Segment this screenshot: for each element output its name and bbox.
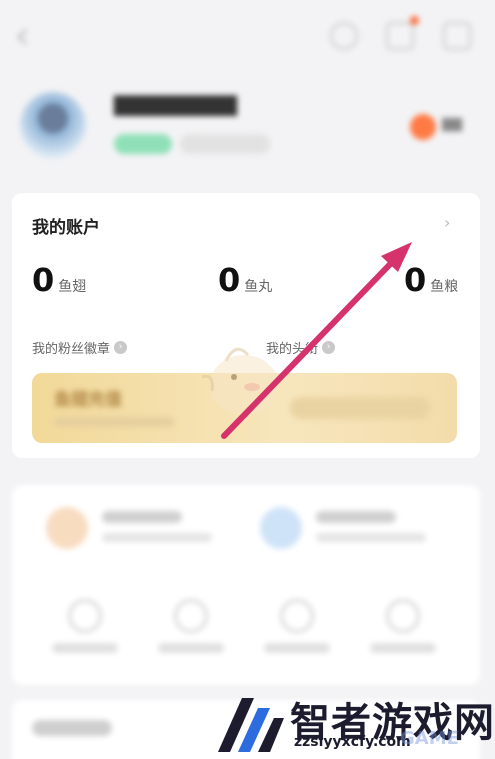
sign-in-label[interactable]: ▇▇ — [442, 117, 462, 132]
grid-item-icon[interactable] — [386, 599, 420, 633]
grid-item-icon[interactable] — [280, 599, 314, 633]
profile-header[interactable]: ▇▇▇▇▇▇▇▇ ▇▇ — [0, 84, 495, 184]
stat-value: 0 — [32, 261, 55, 299]
stat-unit: 鱼翅 — [58, 279, 87, 295]
top-bar — [0, 0, 495, 80]
sign-in-icon[interactable] — [410, 114, 436, 140]
stat-yuchi[interactable]: 0 鱼翅 — [32, 261, 86, 299]
stat-yuwan[interactable]: 0 鱼丸 — [218, 261, 272, 299]
grid-item-label — [370, 643, 436, 653]
stat-unit: 鱼粮 — [430, 279, 459, 295]
grid-item-label — [52, 643, 118, 653]
notification-icon[interactable] — [386, 22, 414, 50]
service-title — [102, 511, 182, 523]
circle-arrow-icon: › — [322, 341, 336, 354]
stat-yuliang[interactable]: 0 鱼粮 — [404, 261, 458, 299]
level-badge — [114, 134, 172, 154]
stat-unit: 鱼丸 — [244, 279, 273, 295]
recharge-subtitle — [54, 417, 174, 427]
service-subtitle — [316, 533, 426, 542]
service-icon[interactable] — [260, 507, 302, 549]
notification-badge — [410, 16, 419, 25]
recharge-button[interactable] — [290, 397, 430, 419]
username-placeholder: ▇▇▇▇▇▇▇▇ — [114, 92, 238, 116]
back-icon[interactable] — [14, 28, 32, 46]
stat-value: 0 — [404, 261, 427, 299]
mascot-fish-icon — [201, 347, 278, 415]
watermark-url: zzslyyxcfy.com — [294, 734, 411, 750]
service-title — [316, 511, 396, 523]
stat-value: 0 — [218, 261, 241, 299]
account-title: 我的账户 — [32, 218, 100, 238]
fan-badge-link[interactable]: 我的粉丝徽章 › — [32, 338, 128, 357]
services-card — [12, 485, 480, 685]
watermark-logo-icon — [218, 698, 284, 752]
message-icon[interactable] — [330, 22, 358, 50]
chevron-right-icon[interactable]: › — [444, 213, 450, 232]
service-icon[interactable] — [46, 507, 88, 549]
section-title — [32, 720, 112, 736]
grid-item-label — [264, 643, 330, 653]
grid-item-icon[interactable] — [68, 599, 102, 633]
grid-item-icon[interactable] — [174, 599, 208, 633]
avatar[interactable] — [20, 92, 86, 158]
settings-icon[interactable] — [443, 22, 471, 50]
circle-arrow-icon: › — [114, 341, 128, 354]
watermark-faint-text: GAME — [400, 728, 459, 749]
recharge-label: 鱼翅充值 — [54, 390, 122, 410]
service-subtitle — [102, 533, 212, 542]
level-info — [180, 134, 270, 154]
fan-badge-label: 我的粉丝徽章 — [32, 342, 111, 357]
grid-item-label — [158, 643, 224, 653]
